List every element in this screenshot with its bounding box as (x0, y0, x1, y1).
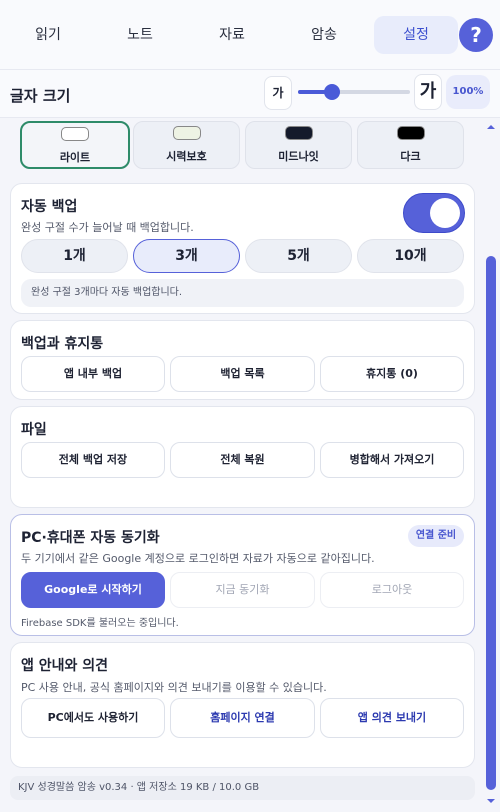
theme-label: 시력보호 (166, 150, 207, 163)
theme-eyecare-button[interactable]: 시력보호 (133, 121, 240, 169)
save-full-backup-button[interactable]: 전체 백업 저장 (21, 442, 165, 478)
auto-backup-desc: 완성 구절 수가 늘어날 때 백업합니다. (21, 221, 194, 234)
backup-count-5[interactable]: 5개 (245, 239, 352, 273)
about-desc: PC 사용 안내, 공식 홈페이지와 의견 보내기를 이용할 수 있습니다. (21, 681, 327, 694)
sync-title: PC·휴대폰 자동 동기화 (21, 530, 160, 546)
tab-settings[interactable]: 설정 (374, 16, 458, 54)
slider-thumb[interactable] (323, 84, 340, 100)
font-size-percent[interactable]: 100% (446, 75, 490, 109)
font-size-title: 글자 크기 (10, 87, 71, 105)
send-feedback-button[interactable]: 앱 의견 보내기 (320, 698, 464, 738)
sync-now-button[interactable]: 지금 동기화 (170, 572, 315, 608)
backup-count-1[interactable]: 1개 (21, 239, 128, 273)
file-card: 파일 전체 백업 저장 전체 복원 병합해서 가져오기 (10, 406, 475, 508)
sync-status-badge: 연결 준비 (408, 525, 464, 547)
font-smaller-button[interactable]: 가 (264, 76, 292, 110)
help-button[interactable]: ? (459, 18, 493, 52)
theme-row: 라이트 시력보호 미드나잇 다크 (20, 121, 465, 171)
theme-label: 라이트 (59, 151, 91, 164)
homepage-link-button[interactable]: 홈페이지 연결 (170, 698, 315, 738)
tab-resources[interactable]: 자료 (192, 16, 272, 54)
backup-list-button[interactable]: 백업 목록 (170, 356, 315, 392)
internal-backup-button[interactable]: 앱 내부 백업 (21, 356, 165, 392)
tab-read[interactable]: 읽기 (8, 16, 88, 54)
swatch-light (61, 127, 89, 141)
backup-trash-card: 백업과 휴지통 앱 내부 백업 백업 목록 휴지통 (0) (10, 320, 475, 400)
sync-desc: 두 기기에서 같은 Google 계정으로 로그인하면 자료가 자동으로 같아집… (21, 552, 375, 565)
about-card: 앱 안내와 의견 PC 사용 안내, 공식 홈페이지와 의견 보내기를 이용할 … (10, 642, 475, 768)
version-footer: KJV 성경말씀 암송 v0.34 · 앱 저장소 19 KB / 10.0 G… (10, 776, 475, 800)
about-title: 앱 안내와 의견 (21, 658, 109, 674)
swatch-eyecare (172, 126, 201, 140)
font-size-slider[interactable] (298, 84, 410, 100)
scroll-up-arrow-icon[interactable] (486, 122, 496, 132)
theme-label: 다크 (400, 150, 421, 163)
theme-midnight-button[interactable]: 미드나잇 (245, 121, 352, 169)
auto-backup-card: 자동 백업 완성 구절 수가 늘어날 때 백업합니다. 1개 3개 5개 10개… (10, 183, 475, 314)
sync-status-text: Firebase SDK를 불러오는 중입니다. (21, 618, 179, 629)
full-restore-button[interactable]: 전체 복원 (170, 442, 315, 478)
logout-button[interactable]: 로그아웃 (320, 572, 464, 608)
font-size-bar: 글자 크기 가 가 100% (0, 70, 500, 118)
top-nav: 읽기 노트 자료 암송 설정 ? (0, 0, 500, 70)
theme-light-button[interactable]: 라이트 (20, 121, 130, 169)
sync-card: PC·휴대폰 자동 동기화 연결 준비 두 기기에서 같은 Google 계정으… (10, 514, 475, 636)
backup-trash-title: 백업과 휴지통 (21, 336, 104, 352)
backup-count-3[interactable]: 3개 (133, 239, 240, 273)
trash-button[interactable]: 휴지통 (0) (320, 356, 464, 392)
file-title: 파일 (21, 422, 47, 438)
toggle-knob (430, 198, 460, 228)
merge-import-button[interactable]: 병합해서 가져오기 (320, 442, 464, 478)
google-signin-button[interactable]: Google로 시작하기 (21, 572, 165, 608)
backup-count-10[interactable]: 10개 (357, 239, 464, 273)
scrollbar-thumb[interactable] (486, 256, 496, 790)
use-on-pc-button[interactable]: PC에서도 사용하기 (21, 698, 165, 738)
font-larger-button[interactable]: 가 (414, 74, 442, 110)
theme-label: 미드나잇 (278, 150, 319, 163)
scroll-down-arrow-icon[interactable] (486, 796, 496, 806)
swatch-dark (396, 126, 425, 140)
swatch-midnight (284, 126, 313, 140)
auto-backup-title: 자동 백업 (21, 199, 78, 215)
theme-dark-button[interactable]: 다크 (357, 121, 464, 169)
tab-notes[interactable]: 노트 (100, 16, 180, 54)
auto-backup-note: 완성 구절 3개마다 자동 백업합니다. (21, 279, 464, 307)
auto-backup-toggle[interactable] (403, 193, 465, 233)
tab-memorize[interactable]: 암송 (284, 16, 364, 54)
